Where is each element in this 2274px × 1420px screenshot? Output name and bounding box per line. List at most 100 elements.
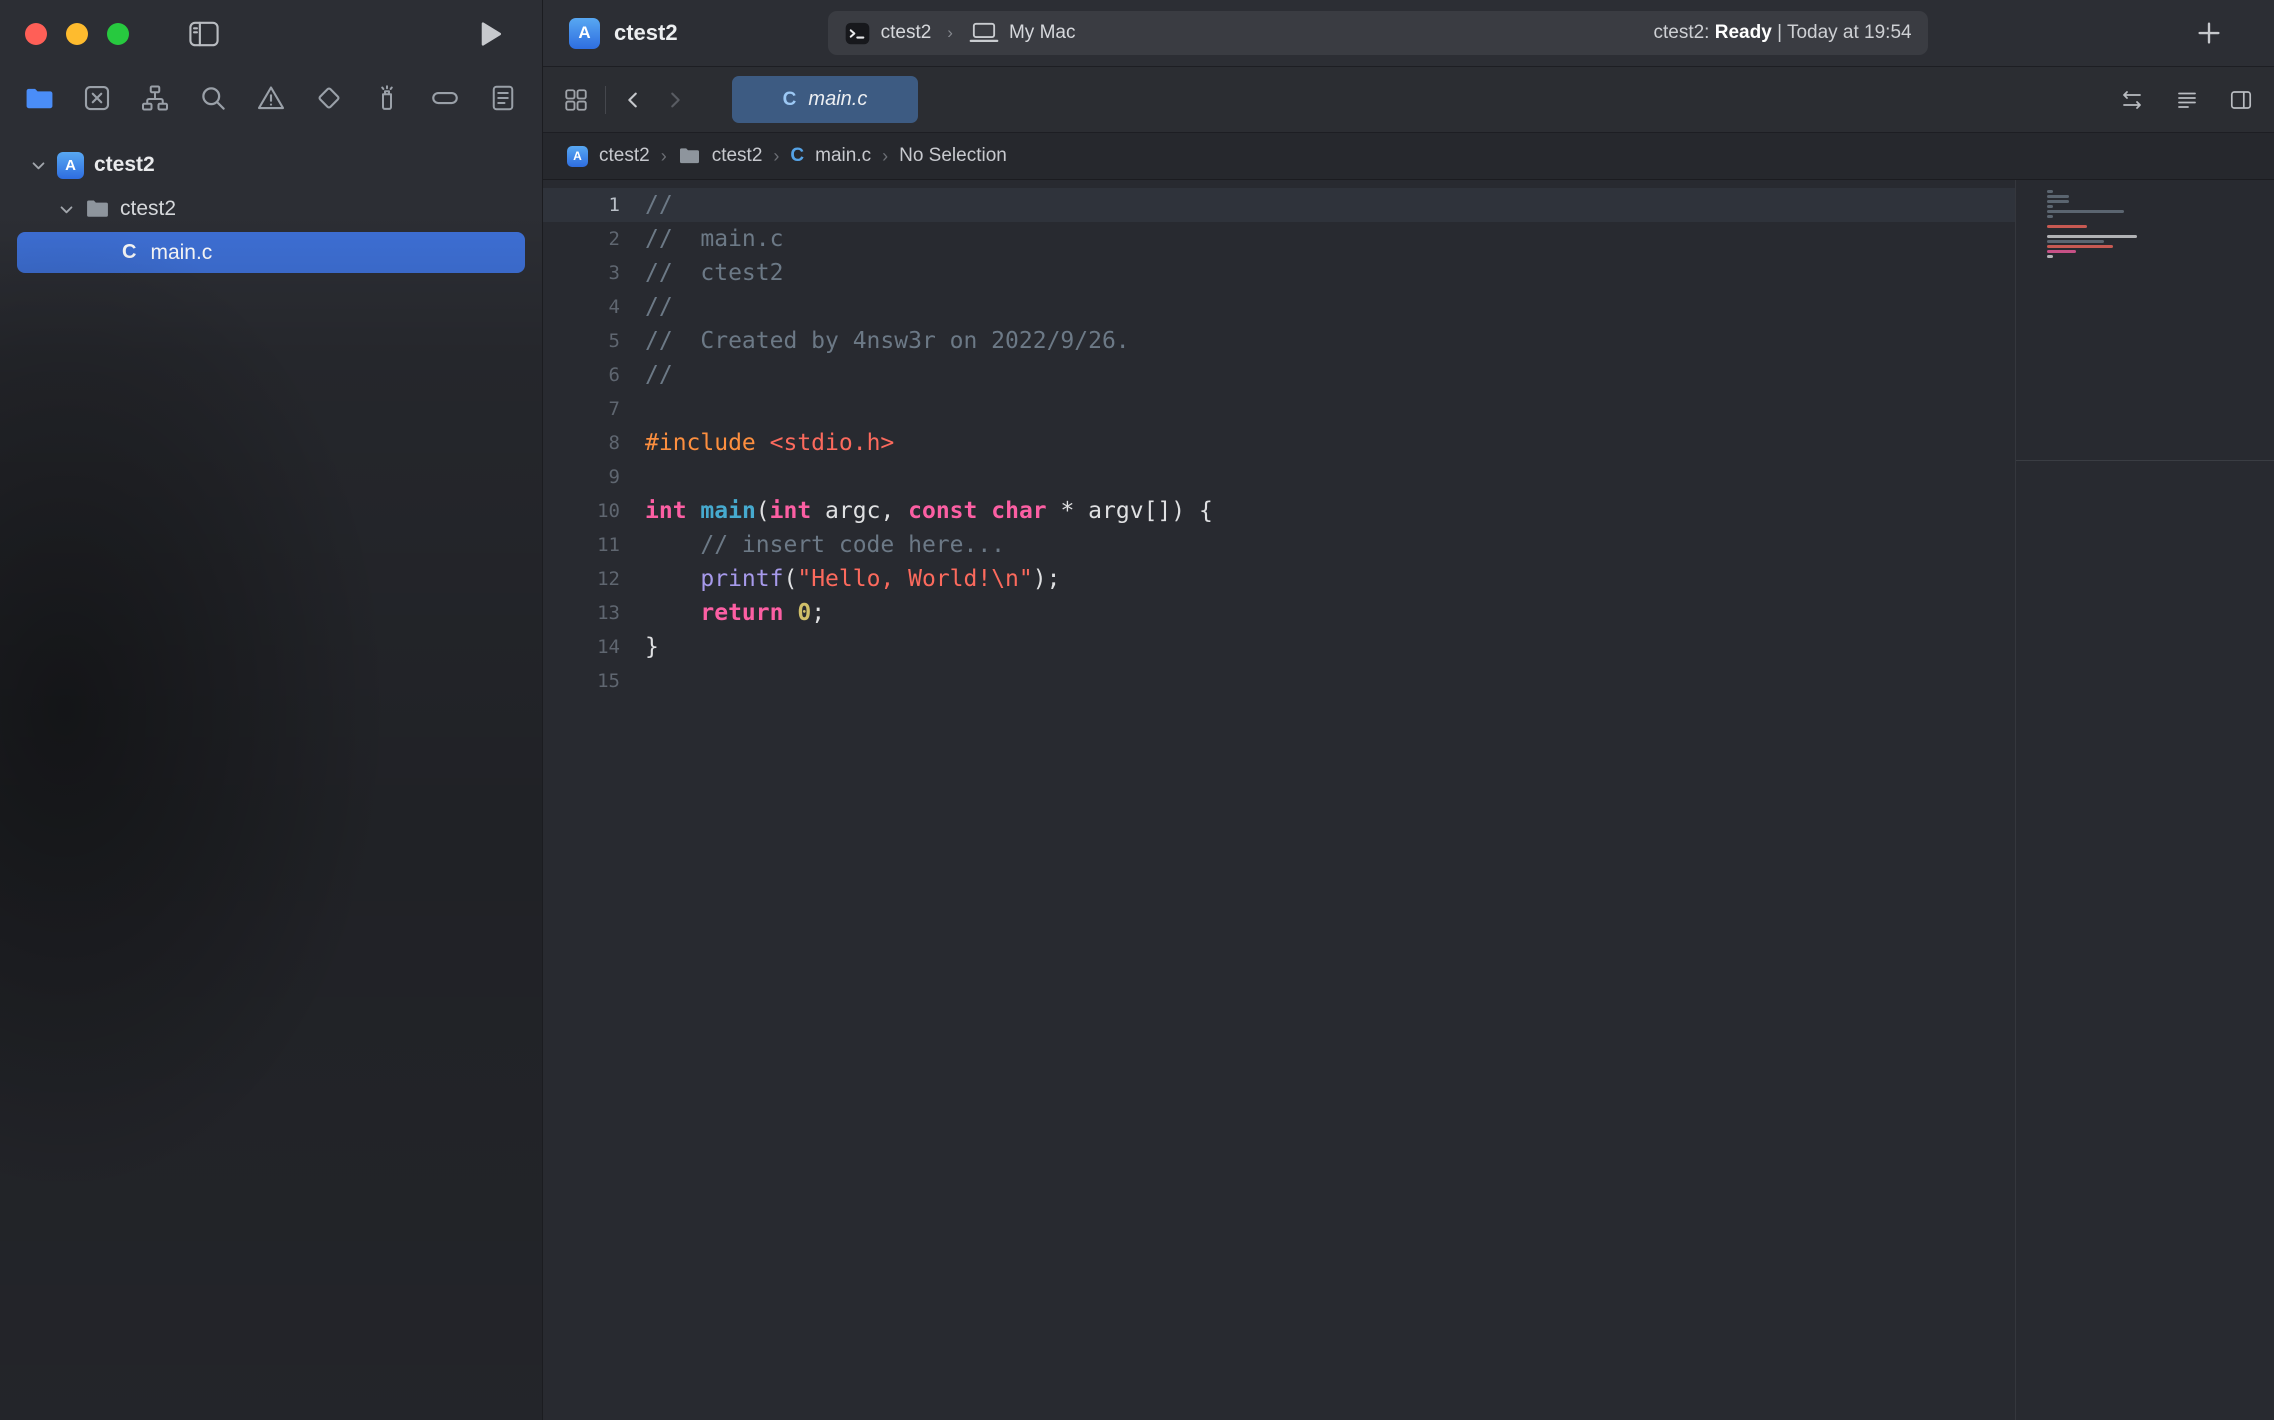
scheme-selector[interactable]: ctest2 › My Mac ctest2: Ready | Today at… xyxy=(828,11,1928,55)
code-line[interactable]: 4// xyxy=(543,290,2015,324)
tree-item-group[interactable]: ctest2 xyxy=(0,187,542,231)
code-review-icon[interactable] xyxy=(2118,88,2146,112)
line-number[interactable]: 15 xyxy=(543,664,620,698)
add-editor-icon[interactable] xyxy=(2228,88,2254,112)
line-number[interactable]: 8 xyxy=(543,426,620,460)
breadcrumb-file[interactable]: main.c xyxy=(815,145,871,167)
minimize-button[interactable] xyxy=(66,23,88,45)
navigator-diamond-icon[interactable] xyxy=(313,83,344,114)
breadcrumb-selection[interactable]: No Selection xyxy=(899,145,1007,167)
code-line[interactable]: 5// Created by 4nsw3r on 2022/9/26. xyxy=(543,324,2015,358)
close-button[interactable] xyxy=(25,23,47,45)
tab-overview-icon[interactable] xyxy=(563,87,589,113)
line-number[interactable]: 12 xyxy=(543,562,620,596)
back-button[interactable] xyxy=(622,89,644,111)
tree-item-project[interactable]: A ctest2 xyxy=(0,143,542,187)
minimap[interactable] xyxy=(2015,180,2274,1420)
code-line[interactable]: 6// xyxy=(543,358,2015,392)
project-name-label: ctest2 xyxy=(94,153,155,177)
chevron-down-icon[interactable] xyxy=(58,201,75,218)
code-line[interactable]: 13 return 0; xyxy=(543,596,2015,630)
navigator-folder-icon[interactable] xyxy=(24,83,55,114)
line-number[interactable]: 10 xyxy=(543,494,620,528)
breadcrumb-project[interactable]: ctest2 xyxy=(599,145,650,167)
code-lines[interactable]: 1//2// main.c3// ctest24//5// Created by… xyxy=(543,180,2015,1420)
code-line[interactable]: 2// main.c xyxy=(543,222,2015,256)
minimap-line xyxy=(2047,225,2087,228)
scheme-destination-label[interactable]: My Mac xyxy=(1009,22,1076,44)
minimap-line xyxy=(2047,240,2104,243)
code-line[interactable]: 12 printf("Hello, World!\n"); xyxy=(543,562,2015,596)
jump-bar: A ctest2 › ctest2 › C main.c › No Select… xyxy=(543,133,2274,180)
folder-icon xyxy=(678,147,701,166)
line-number[interactable]: 4 xyxy=(543,290,620,324)
line-number[interactable]: 6 xyxy=(543,358,620,392)
group-name-label: ctest2 xyxy=(120,197,176,221)
line-number[interactable]: 7 xyxy=(543,392,620,426)
code-text: } xyxy=(620,630,659,664)
code-text xyxy=(620,460,645,494)
main-area: A ctest2 ctest2 › My Mac ctest2: Ready |… xyxy=(543,0,2274,1420)
navigator-bar xyxy=(0,67,542,129)
window-titlebar xyxy=(0,0,542,67)
minimap-line xyxy=(2047,195,2069,198)
navigator-search-icon[interactable] xyxy=(198,83,229,114)
run-button[interactable] xyxy=(478,21,502,47)
code-line[interactable]: 9 xyxy=(543,460,2015,494)
navigator-spray-icon[interactable] xyxy=(371,83,402,114)
line-number[interactable]: 11 xyxy=(543,528,620,562)
divider xyxy=(605,86,606,114)
code-line[interactable]: 15 xyxy=(543,664,2015,698)
line-number[interactable]: 5 xyxy=(543,324,620,358)
toolbar: A ctest2 ctest2 › My Mac ctest2: Ready |… xyxy=(543,0,2274,67)
code-line[interactable]: 3// ctest2 xyxy=(543,256,2015,290)
forward-button[interactable] xyxy=(664,89,686,111)
breadcrumb-separator: › xyxy=(882,146,888,167)
file-name-label: main.c xyxy=(150,241,212,265)
code-text: // ctest2 xyxy=(620,256,783,290)
status-time: Today at 19:54 xyxy=(1787,22,1912,43)
code-line[interactable]: 14} xyxy=(543,630,2015,664)
code-line[interactable]: 1// xyxy=(543,188,2015,222)
line-number[interactable]: 2 xyxy=(543,222,620,256)
tab-main-c[interactable]: C main.c xyxy=(732,76,918,123)
code-text: int main(int argc, const char * argv[]) … xyxy=(620,494,1213,528)
status-state: Ready xyxy=(1715,22,1772,43)
code-text: printf("Hello, World!\n"); xyxy=(620,562,1060,596)
breadcrumb-group[interactable]: ctest2 xyxy=(712,145,763,167)
activity-status: ctest2: Ready | Today at 19:54 xyxy=(1653,22,1911,44)
tab-bar: C main.c xyxy=(543,67,2274,133)
editor-options-icon[interactable] xyxy=(2174,88,2200,112)
navigator-capsule-icon[interactable] xyxy=(429,83,460,114)
sidebar: A ctest2 ctest2 C main.c xyxy=(0,0,543,1420)
editor-area: 1//2// main.c3// ctest24//5// Created by… xyxy=(543,180,2274,1420)
code-line[interactable]: 11 // insert code here... xyxy=(543,528,2015,562)
navigator-hierarchy-icon[interactable] xyxy=(140,83,171,114)
minimap-line xyxy=(2047,205,2053,208)
code-line[interactable]: 8#include <stdio.h> xyxy=(543,426,2015,460)
scheme-target-label[interactable]: ctest2 xyxy=(881,22,932,44)
code-text: // insert code here... xyxy=(620,528,1005,562)
line-number[interactable]: 1 xyxy=(543,188,620,222)
status-separator: | xyxy=(1777,22,1782,43)
code-text: // xyxy=(620,358,673,392)
code-line[interactable]: 7 xyxy=(543,392,2015,426)
line-number[interactable]: 13 xyxy=(543,596,620,630)
xcode-project-icon: A xyxy=(567,146,588,167)
c-file-icon: C xyxy=(790,145,804,167)
chevron-down-icon[interactable] xyxy=(30,157,47,174)
code-line[interactable]: 10int main(int argc, const char * argv[]… xyxy=(543,494,2015,528)
navigator-x-square-icon[interactable] xyxy=(82,83,113,114)
tree-item-file-selected[interactable]: C main.c xyxy=(17,232,525,273)
library-plus-button[interactable] xyxy=(2194,18,2224,48)
status-project: ctest2: xyxy=(1653,22,1709,43)
line-number[interactable]: 14 xyxy=(543,630,620,664)
code-text xyxy=(620,392,645,426)
navigator-warning-icon[interactable] xyxy=(256,83,287,114)
chevron-separator: › xyxy=(947,23,953,43)
sidebar-toggle-icon[interactable] xyxy=(188,21,220,47)
zoom-button[interactable] xyxy=(107,23,129,45)
line-number[interactable]: 9 xyxy=(543,460,620,494)
navigator-document-icon[interactable] xyxy=(487,83,518,114)
line-number[interactable]: 3 xyxy=(543,256,620,290)
